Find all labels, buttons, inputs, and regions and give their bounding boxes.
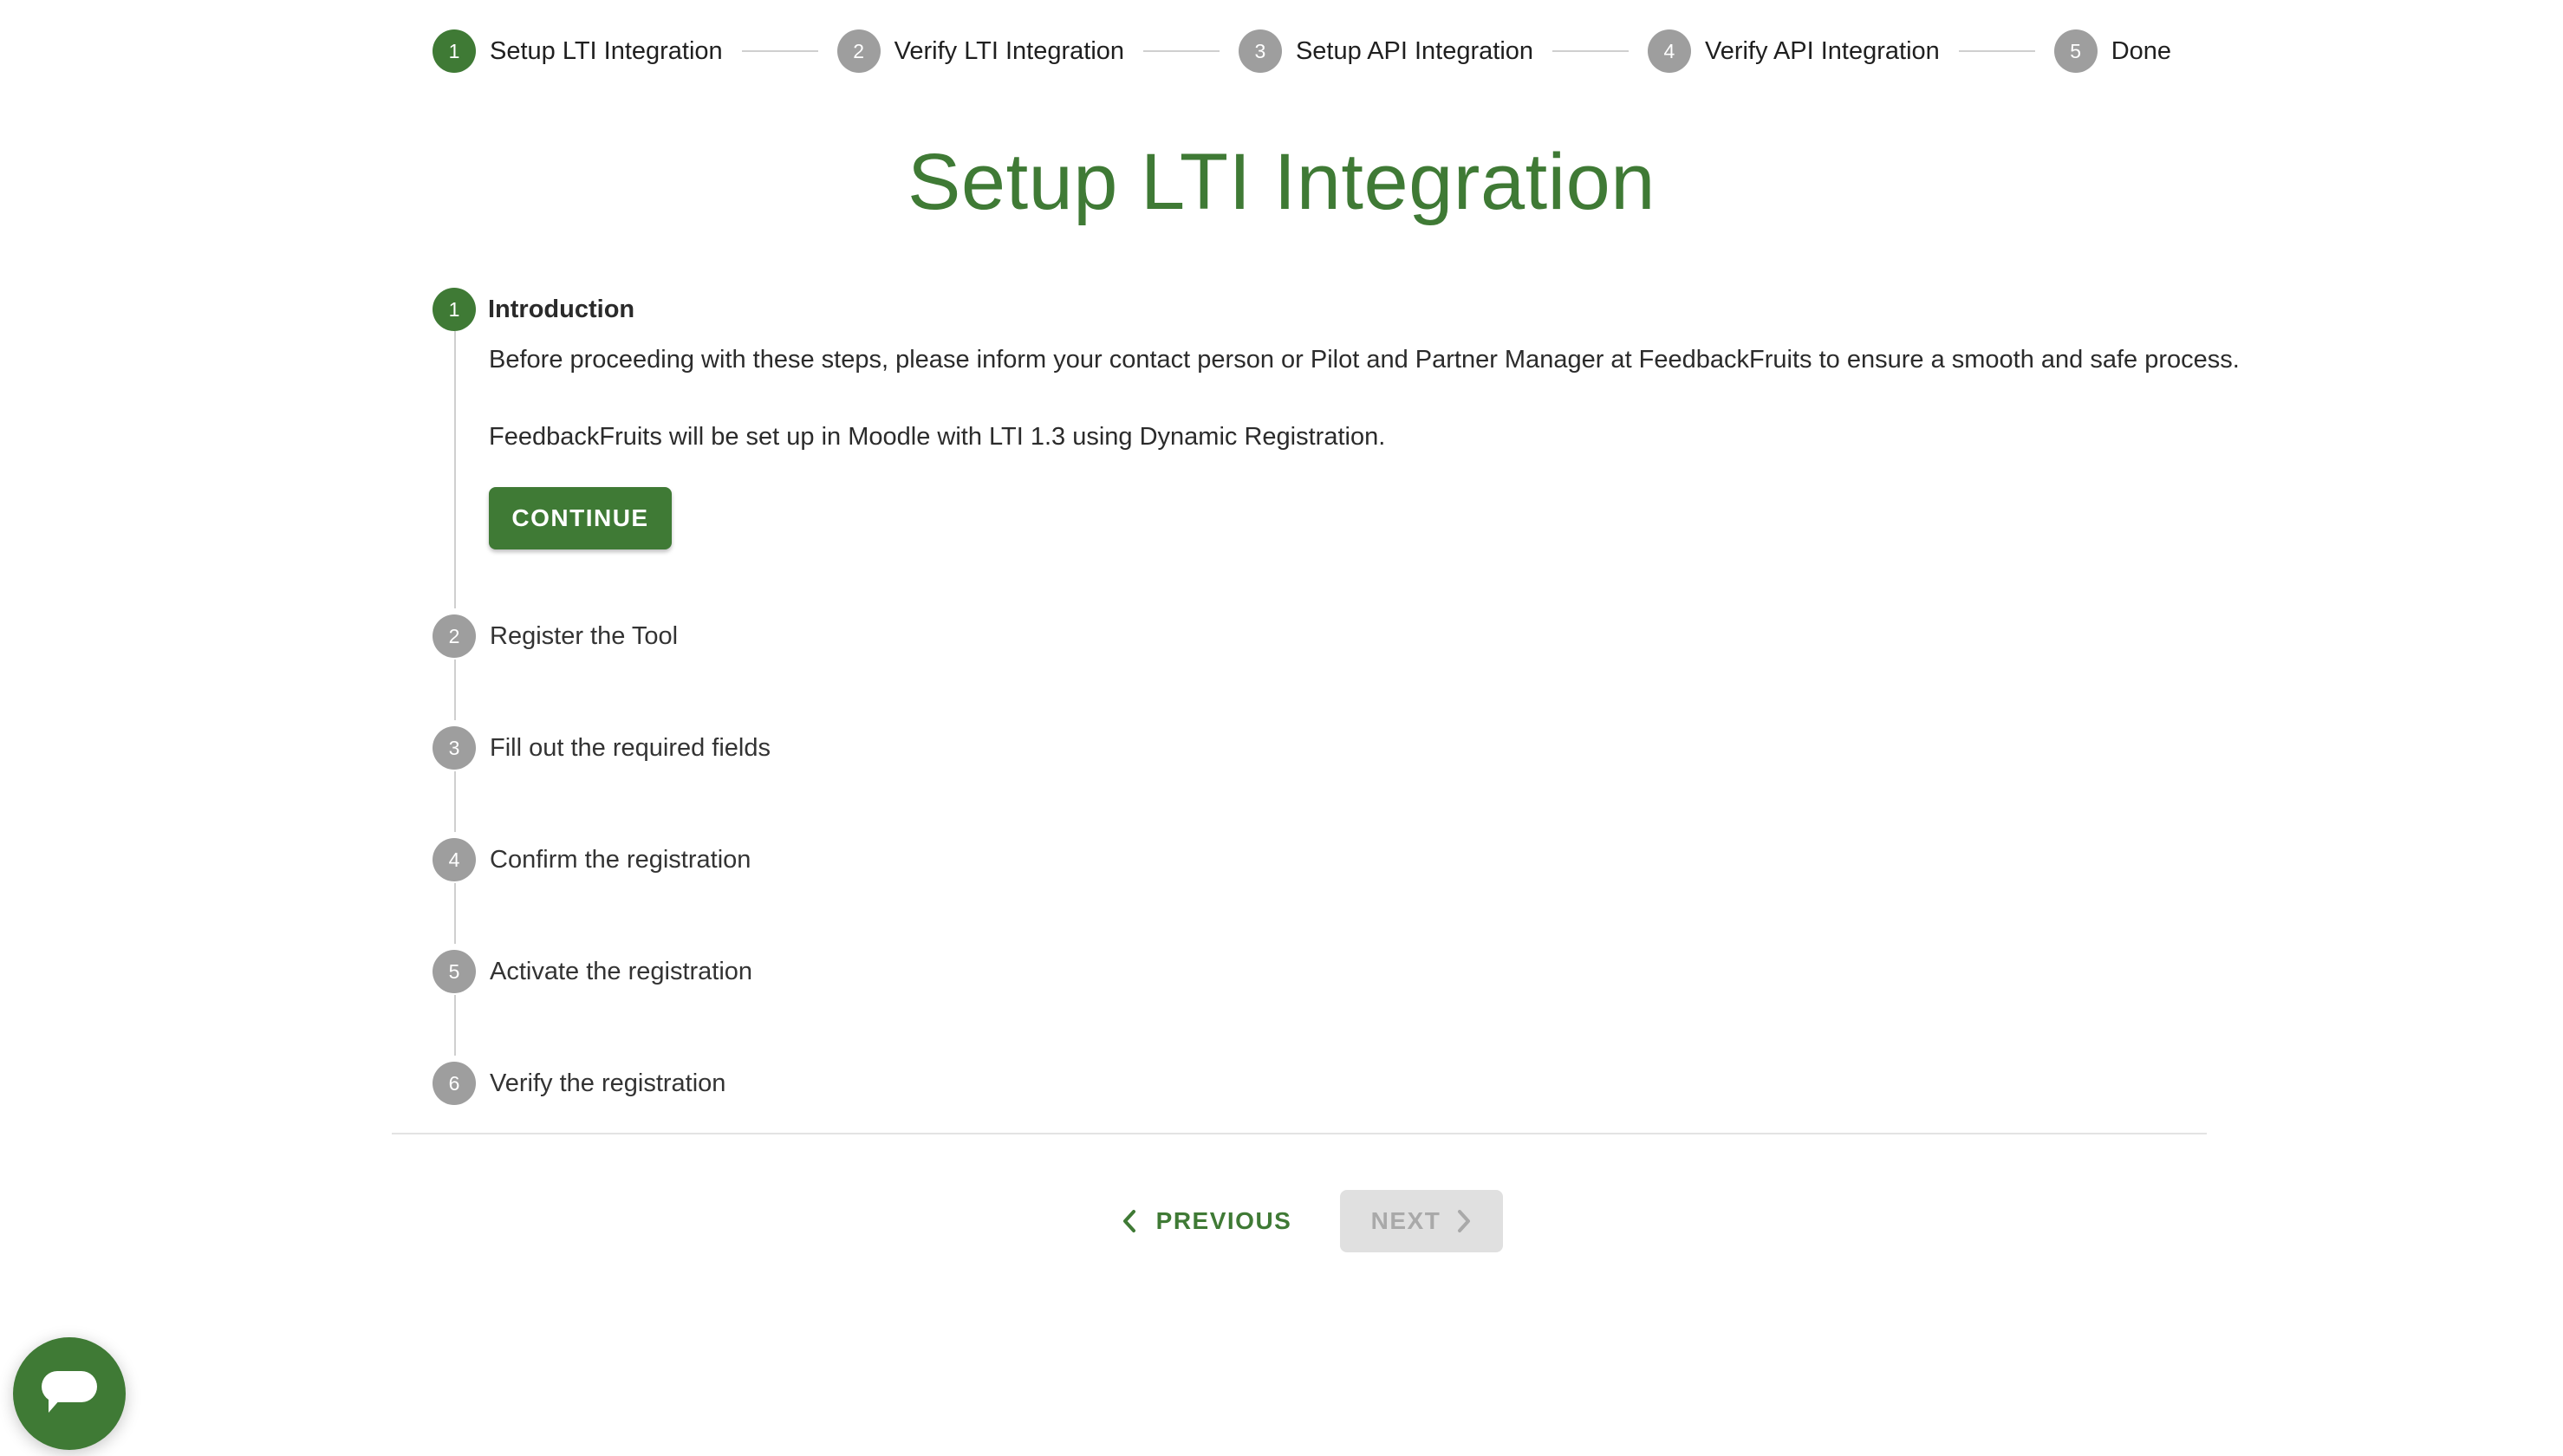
top-step-setup-api[interactable]: 3 Setup API Integration [1238,29,1534,73]
step-activate-registration[interactable]: 5 Activate the registration [433,950,2253,993]
step-connector [741,50,818,52]
step-number-badge: 3 [1238,29,1282,73]
step-label: Introduction [488,296,635,323]
step-number-badge: 4 [433,838,476,881]
step-connector [454,660,456,720]
step-label: Confirm the registration [490,846,751,874]
top-stepper: 1 Setup LTI Integration 2 Verify LTI Int… [433,29,2171,73]
top-step-verify-lti[interactable]: 2 Verify LTI Integration [836,29,1125,73]
chat-launcher-button[interactable] [13,1337,126,1450]
chat-bubble-icon [42,1371,97,1413]
step-register-tool[interactable]: 2 Register the Tool [433,614,2253,658]
step-number-badge: 3 [433,726,476,770]
top-step-setup-lti[interactable]: 1 Setup LTI Integration [433,29,723,73]
step-label: Fill out the required fields [490,734,771,762]
footer-divider [392,1133,2207,1134]
step-connector [1552,50,1629,52]
step-introduction[interactable]: 1 Introduction [433,288,2253,331]
page-title: Setup LTI Integration [907,138,1656,226]
previous-button[interactable]: PREVIOUS [1111,1190,1302,1252]
step-number-badge: 5 [433,950,476,993]
step-verify-registration[interactable]: 6 Verify the registration [433,1062,2253,1105]
top-step-label: Setup LTI Integration [490,36,723,65]
top-step-done[interactable]: 5 Done [2053,29,2172,73]
chevron-right-icon [1458,1210,1471,1232]
step-number-badge: 2 [836,29,881,73]
step-connector [1143,50,1220,52]
next-label: NEXT [1370,1207,1441,1234]
step-label: Register the Tool [490,622,679,650]
step-confirm-registration[interactable]: 4 Confirm the registration [433,838,2253,881]
step-label: Activate the registration [490,958,753,985]
previous-label: PREVIOUS [1155,1207,1292,1234]
next-button[interactable]: NEXT [1340,1190,1503,1252]
intro-paragraph: Before proceeding with these steps, plea… [489,346,2240,374]
top-step-label: Setup API Integration [1295,36,1534,65]
top-step-label: Verify LTI Integration [894,36,1125,65]
step-connector [1958,50,2035,52]
step-number-badge: 4 [1647,29,1691,73]
step-label: Verify the registration [490,1069,726,1097]
step-fill-fields[interactable]: 3 Fill out the required fields [433,726,2253,770]
top-step-label: Verify API Integration [1704,36,1940,65]
step-connector [454,995,456,1056]
step-number-badge: 5 [2053,29,2098,73]
top-step-verify-api[interactable]: 4 Verify API Integration [1647,29,1940,73]
step-number-badge: 1 [433,288,476,331]
continue-button[interactable]: CONTINUE [489,487,672,549]
chevron-left-icon [1122,1210,1135,1232]
step-number-badge: 6 [433,1062,476,1105]
step-number-badge: 1 [433,29,476,73]
step-number-badge: 2 [433,614,476,658]
intro-paragraph: FeedbackFruits will be set up in Moodle … [489,423,1386,451]
step-connector [454,883,456,944]
step-connector [454,771,456,832]
step-connector [454,331,456,608]
top-step-label: Done [2111,36,2172,65]
